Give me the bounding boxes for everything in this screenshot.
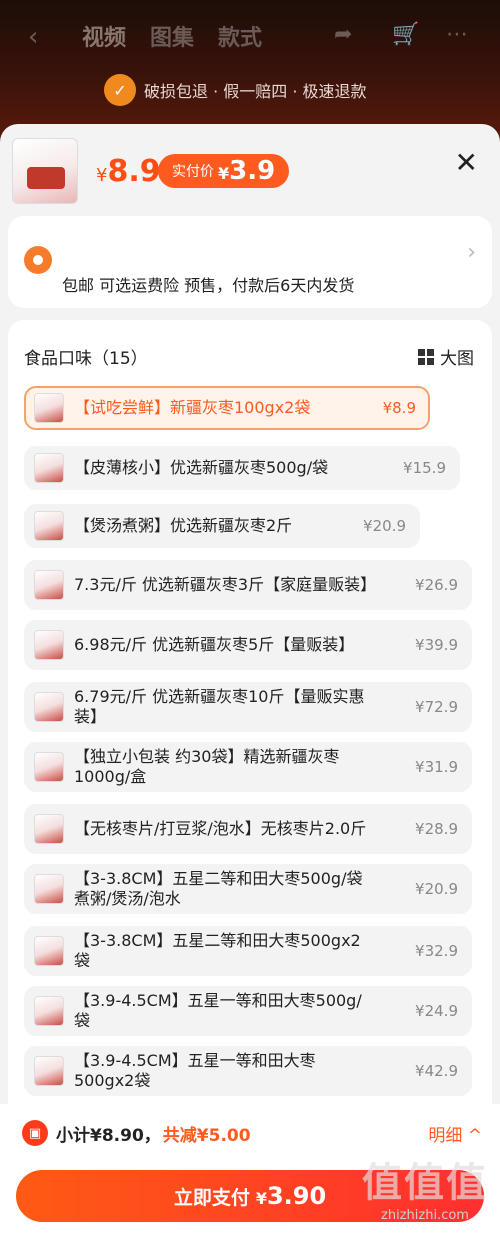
option-thumbnail	[34, 692, 64, 722]
paid-currency: ¥	[218, 164, 230, 183]
paid-price-badge: 实付价 ¥3.9	[158, 154, 290, 188]
share-icon[interactable]: ➦	[334, 22, 352, 47]
coupon-icon: ▣	[22, 1120, 48, 1146]
option-name: 6.79元/斤 优选新疆灰枣10斤【量贩实惠装】	[74, 687, 365, 726]
location-pin-icon	[24, 246, 52, 274]
pay-value: 3.90	[266, 1182, 327, 1210]
option-item[interactable]: 【3-3.8CM】五星二等和田大枣500gx2袋 ¥32.9	[24, 926, 472, 976]
option-thumbnail	[34, 570, 64, 600]
option-thumbnail	[34, 630, 64, 660]
option-price: ¥8.9	[382, 399, 416, 417]
option-name: 【独立小包装 约30袋】精选新疆灰枣1000g/盒	[74, 747, 340, 786]
chevron-right-icon: ›	[467, 240, 476, 265]
option-price: ¥26.9	[415, 576, 458, 594]
option-price: ¥32.9	[415, 942, 458, 960]
option-price: ¥24.9	[415, 1002, 458, 1020]
top-nav: ‹ 视频 图集 款式 ➦ 🛒 ⋯	[0, 14, 500, 58]
option-name: 【3-3.8CM】五星二等和田大枣500gx2袋	[74, 931, 361, 970]
option-item[interactable]: 7.3元/斤 优选新疆灰枣3斤【家庭量贩装】 ¥26.9	[24, 560, 472, 610]
cart-icon[interactable]: 🛒	[392, 22, 419, 47]
option-thumbnail	[34, 874, 64, 904]
options-panel: 食品口味（15） 大图 【试吃尝鲜】新疆灰枣100gx2袋 ¥8.9 【皮薄核小…	[8, 320, 492, 1234]
option-item[interactable]: 【独立小包装 约30袋】精选新疆灰枣1000g/盒 ¥31.9	[24, 742, 472, 792]
option-price: ¥31.9	[415, 758, 458, 776]
option-name: 【3-3.8CM】五星二等和田大枣500g/袋 煮粥/煲汤/泡水	[74, 869, 363, 908]
watermark: 值值值 zhizhizhi.com	[362, 1150, 488, 1223]
sheet-header: ¥8.9 实付价 ¥3.9 ✕	[0, 124, 500, 216]
grid-icon	[418, 348, 434, 365]
paid-price: ¥3.9	[218, 156, 275, 186]
option-thumbnail	[34, 393, 64, 423]
product-thumbnail[interactable]	[12, 138, 78, 204]
option-thumbnail	[34, 453, 64, 483]
option-item[interactable]: 【3.9-4.5CM】五星一等和田大枣500gx2袋 ¥42.9	[24, 1046, 472, 1096]
option-name: 【3.9-4.5CM】五星一等和田大枣500g/袋	[74, 991, 362, 1030]
watermark-logo: 值值值	[362, 1160, 488, 1206]
sku-sheet: ¥8.9 实付价 ¥3.9 ✕ 包邮 可选运费险 预售，付款后6天内发货 › 食…	[0, 124, 500, 1234]
tab-gallery[interactable]: 图集	[150, 20, 194, 52]
large-image-toggle[interactable]: 大图	[418, 344, 474, 369]
option-name: 【3.9-4.5CM】五星一等和田大枣500gx2袋	[74, 1051, 316, 1090]
option-price: ¥72.9	[415, 698, 458, 716]
option-item[interactable]: 【皮薄核小】优选新疆灰枣500g/袋 ¥15.9	[24, 446, 460, 490]
more-icon[interactable]: ⋯	[446, 22, 468, 47]
subtotal-row: ▣ 小计¥8.90， 共减¥5.00 明细 ^	[22, 1118, 482, 1148]
option-name: 【皮薄核小】优选新疆灰枣500g/袋	[74, 458, 329, 477]
options-title: 食品口味（15）	[24, 349, 148, 369]
option-name: 7.3元/斤 优选新疆灰枣3斤【家庭量贩装】	[74, 575, 377, 594]
option-item[interactable]: 【煲汤煮粥】优选新疆灰枣2斤 ¥20.9	[24, 504, 420, 548]
option-item[interactable]: 【试吃尝鲜】新疆灰枣100gx2袋 ¥8.9	[24, 386, 430, 430]
pay-label: 立即支付	[173, 1186, 250, 1209]
option-item[interactable]: 【3-3.8CM】五星二等和田大枣500g/袋 煮粥/煲汤/泡水 ¥20.9	[24, 864, 472, 914]
option-price: ¥42.9	[415, 1062, 458, 1080]
price-value: 8.9	[107, 154, 161, 189]
tab-style[interactable]: 款式	[218, 20, 262, 52]
option-thumbnail	[34, 511, 64, 541]
option-item[interactable]: 6.98元/斤 优选新疆灰枣5斤【量贩装】 ¥39.9	[24, 620, 472, 670]
tab-video[interactable]: 视频	[82, 20, 126, 52]
media-tabs: 视频 图集 款式	[82, 20, 262, 52]
price-currency: ¥	[96, 165, 108, 186]
option-thumbnail	[34, 814, 64, 844]
option-thumbnail	[34, 1056, 64, 1086]
shipping-text: 包邮 可选运费险 预售，付款后6天内发货	[62, 276, 355, 295]
option-thumbnail	[34, 996, 64, 1026]
option-name: 【试吃尝鲜】新疆灰枣100gx2袋	[74, 398, 311, 417]
subtotal-text: 小计¥8.90，	[56, 1125, 161, 1146]
watermark-url: zhizhizhi.com	[381, 1208, 469, 1223]
option-name: 6.98元/斤 优选新疆灰枣5斤【量贩装】	[74, 635, 355, 654]
original-price: ¥8.9	[96, 154, 161, 189]
shield-check-icon: ✓	[104, 74, 136, 106]
option-thumbnail	[34, 936, 64, 966]
detail-toggle[interactable]: 明细 ^	[428, 1121, 482, 1146]
option-name: 【煲汤煮粥】优选新疆灰枣2斤	[74, 516, 293, 535]
pay-amount: ¥3.90	[256, 1182, 326, 1210]
option-thumbnail	[34, 752, 64, 782]
shipping-info[interactable]: 包邮 可选运费险 预售，付款后6天内发货 ›	[8, 216, 492, 308]
chevron-left-icon[interactable]: ‹	[28, 22, 38, 52]
close-icon[interactable]: ✕	[455, 146, 478, 179]
option-item[interactable]: 【无核枣片/打豆浆/泡水】无核枣片2.0斤 ¥28.9	[24, 804, 472, 854]
pay-currency: ¥	[255, 1189, 267, 1208]
guarantee-banner: ✓ 破损包退 · 假一赔四 · 极速退款	[104, 74, 367, 106]
large-image-label: 大图	[440, 349, 474, 369]
option-price: ¥20.9	[363, 517, 406, 535]
option-price: ¥28.9	[415, 820, 458, 838]
paid-value: 3.9	[229, 156, 276, 186]
option-item[interactable]: 6.79元/斤 优选新疆灰枣10斤【量贩实惠装】 ¥72.9	[24, 682, 472, 732]
reduction-text: 共减¥5.00	[162, 1125, 251, 1146]
option-name: 【无核枣片/打豆浆/泡水】无核枣片2.0斤	[74, 819, 367, 838]
paid-price-label: 实付价	[172, 164, 214, 180]
option-price: ¥20.9	[415, 880, 458, 898]
guarantee-text: 破损包退 · 假一赔四 · 极速退款	[144, 82, 367, 101]
option-price: ¥15.9	[403, 459, 446, 477]
option-item[interactable]: 【3.9-4.5CM】五星一等和田大枣500g/袋 ¥24.9	[24, 986, 472, 1036]
option-price: ¥39.9	[415, 636, 458, 654]
